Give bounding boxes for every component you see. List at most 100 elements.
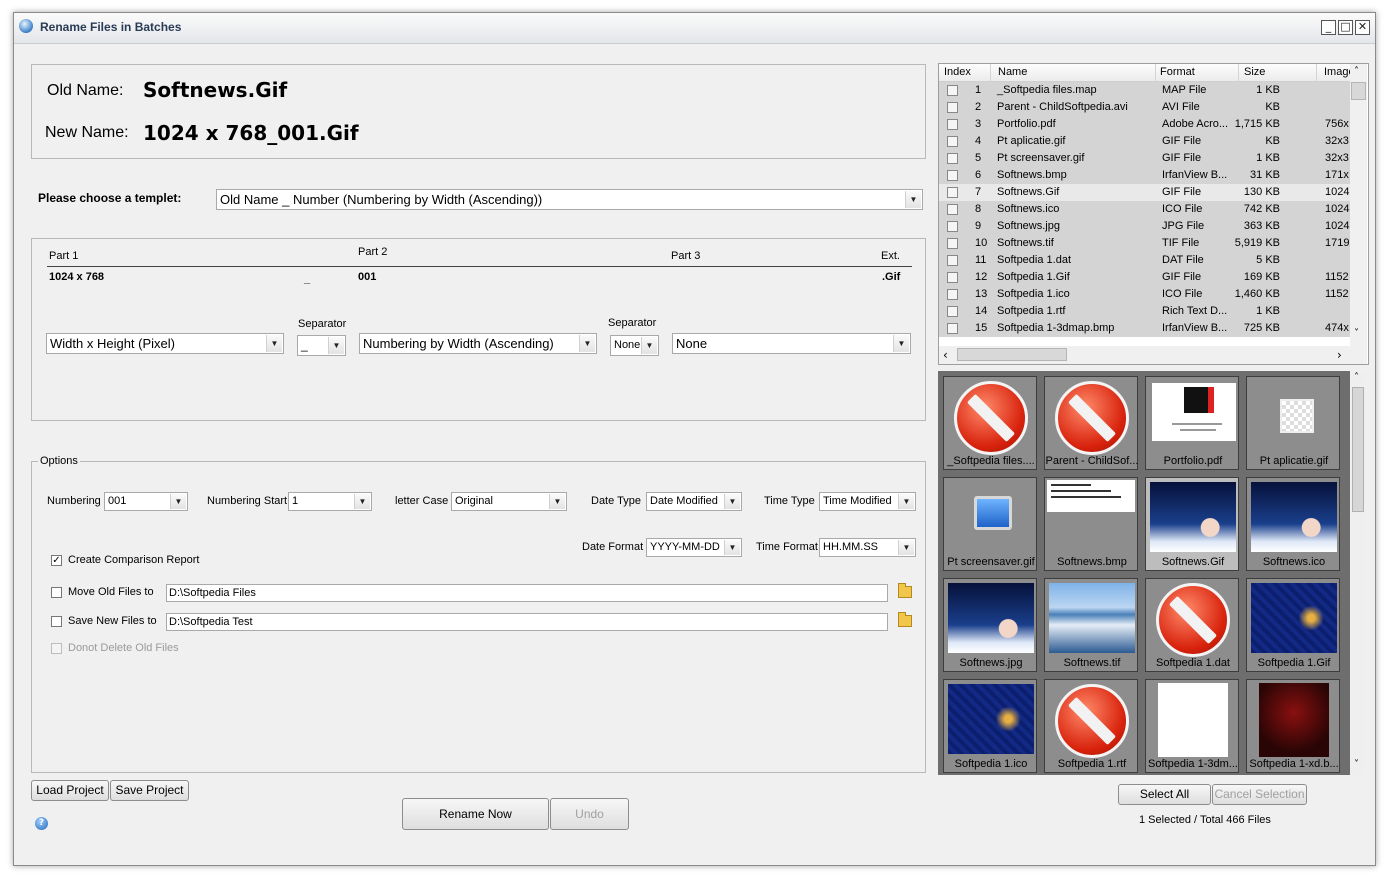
- file-list-row[interactable]: 6 Softnews.bmp IrfanView B... 31 KB 171x: [939, 167, 1350, 184]
- time-format-select[interactable]: HH.MM.SS ▼: [819, 538, 916, 557]
- row-checkbox[interactable]: [947, 323, 958, 334]
- column-header-name[interactable]: Name: [998, 66, 1027, 78]
- file-list-horizontal-scrollbar[interactable]: ‹ ›: [939, 346, 1367, 364]
- separator1-select[interactable]: _ ▼: [297, 335, 346, 356]
- thumbnail-item[interactable]: Softnews.tif: [1044, 578, 1138, 672]
- thumbnail-item[interactable]: Portfolio.pdf: [1145, 376, 1239, 470]
- close-button[interactable]: ✕: [1355, 20, 1370, 35]
- part1-select[interactable]: Width x Height (Pixel) ▼: [46, 333, 284, 354]
- column-header-index[interactable]: Index: [944, 66, 971, 78]
- thumbnail-grid[interactable]: _Softpedia files.... Parent - ChildSof...…: [938, 371, 1366, 775]
- file-list[interactable]: Index Name Format Size Image 1 _Softpedia…: [938, 63, 1369, 365]
- folder-icon[interactable]: [898, 612, 912, 627]
- file-list-row[interactable]: 4 Pt aplicatie.gif GIF File KB 32x3: [939, 133, 1350, 150]
- create-report-checkbox[interactable]: ✓: [51, 555, 62, 566]
- row-checkbox[interactable]: [947, 85, 958, 96]
- thumbnail-item[interactable]: Pt screensaver.gif: [943, 477, 1037, 571]
- file-list-row[interactable]: 9 Softnews.jpg JPG File 363 KB 1024: [939, 218, 1350, 235]
- row-checkbox[interactable]: [947, 102, 958, 113]
- file-list-row[interactable]: 8 Softnews.ico ICO File 742 KB 1024: [939, 201, 1350, 218]
- file-list-row[interactable]: 13 Softpedia 1.ico ICO File 1,460 KB 1152: [939, 286, 1350, 303]
- numbering-select[interactable]: 001 ▼: [104, 492, 188, 511]
- save-new-files-checkbox[interactable]: [51, 616, 62, 627]
- numbering-start-label: Numbering Start: [207, 495, 288, 507]
- folder-icon[interactable]: [898, 583, 912, 598]
- row-checkbox[interactable]: [947, 255, 958, 266]
- scrollbar-thumb[interactable]: [1351, 82, 1366, 100]
- row-checkbox[interactable]: [947, 187, 958, 198]
- donot-delete-checkbox[interactable]: [51, 643, 62, 654]
- separator2-select[interactable]: None ▼: [610, 335, 659, 356]
- row-checkbox[interactable]: [947, 204, 958, 215]
- thumbnail-item[interactable]: Softnews.Gif: [1145, 477, 1239, 571]
- row-checkbox[interactable]: [947, 153, 958, 164]
- file-list-row[interactable]: 3 Portfolio.pdf Adobe Acro... 1,715 KB 756x: [939, 116, 1350, 133]
- thumbnail-item[interactable]: Softnews.jpg: [943, 578, 1037, 672]
- date-type-select[interactable]: Date Modified ▼: [646, 492, 742, 511]
- row-checkbox[interactable]: [947, 289, 958, 300]
- chevron-left-icon[interactable]: ‹: [943, 348, 948, 362]
- load-project-button[interactable]: Load Project: [31, 780, 109, 801]
- file-list-row[interactable]: 1 _Softpedia files.map MAP File 1 KB: [939, 82, 1350, 99]
- maximize-button[interactable]: □: [1338, 20, 1353, 35]
- thumbnail-item[interactable]: Parent - ChildSof...: [1044, 376, 1138, 470]
- chevron-right-icon[interactable]: ›: [1337, 348, 1342, 362]
- letter-case-select[interactable]: Original ▼: [451, 492, 567, 511]
- row-checkbox[interactable]: [947, 136, 958, 147]
- row-checkbox[interactable]: [947, 221, 958, 232]
- time-format-select-value: HH.MM.SS: [823, 541, 878, 553]
- thumbnail-item[interactable]: Softnews.ico: [1246, 477, 1340, 571]
- thumbnail-item[interactable]: Pt aplicatie.gif: [1246, 376, 1340, 470]
- time-type-select[interactable]: Time Modified ▼: [819, 492, 916, 511]
- scrollbar-thumb[interactable]: [957, 348, 1067, 361]
- help-icon[interactable]: ?: [35, 817, 48, 830]
- file-list-row[interactable]: 7 Softnews.Gif GIF File 130 KB 1024: [939, 184, 1350, 201]
- thumbnail-item[interactable]: Softpedia 1.rtf: [1044, 679, 1138, 773]
- thumbnail-scrollbar[interactable]: ˄ ˅: [1350, 371, 1366, 775]
- file-list-row[interactable]: 10 Softnews.tif TIF File 5,919 KB 1719: [939, 235, 1350, 252]
- row-checkbox[interactable]: [947, 272, 958, 283]
- file-list-row[interactable]: 2 Parent - ChildSoftpedia.avi AVI File KB: [939, 99, 1350, 116]
- move-old-files-label: Move Old Files to: [68, 586, 154, 598]
- column-header-size[interactable]: Size: [1244, 66, 1265, 78]
- thumbnail-item[interactable]: Softpedia 1.ico: [943, 679, 1037, 773]
- chevron-down-icon[interactable]: ˅: [1354, 328, 1359, 339]
- row-checkbox[interactable]: [947, 238, 958, 249]
- chevron-up-icon[interactable]: ˄: [1354, 372, 1359, 383]
- cancel-selection-button[interactable]: Cancel Selection: [1212, 784, 1307, 805]
- file-list-row[interactable]: 11 Softpedia 1.dat DAT File 5 KB: [939, 252, 1350, 269]
- thumbnail-item[interactable]: _Softpedia files....: [943, 376, 1037, 470]
- template-select[interactable]: Old Name _ Number (Numbering by Width (A…: [216, 189, 923, 210]
- move-old-files-path[interactable]: D:\Softpedia Files: [166, 584, 888, 602]
- part3-select[interactable]: None ▼: [672, 333, 911, 354]
- file-list-row[interactable]: 5 Pt screensaver.gif GIF File 1 KB 32x3: [939, 150, 1350, 167]
- column-header-format[interactable]: Format: [1160, 66, 1195, 78]
- thumbnail-item[interactable]: Softpedia 1.Gif: [1246, 578, 1340, 672]
- date-format-select[interactable]: YYYY-MM-DD ▼: [646, 538, 742, 557]
- chevron-down-icon[interactable]: ˅: [1354, 759, 1359, 770]
- minimize-button[interactable]: _: [1321, 20, 1336, 35]
- scrollbar-thumb[interactable]: [1352, 387, 1364, 512]
- file-list-row[interactable]: 15 Softpedia 1-3dmap.bmp IrfanView B... 725…: [939, 320, 1350, 337]
- undo-button[interactable]: Undo: [550, 798, 629, 830]
- row-name: Portfolio.pdf: [997, 118, 1056, 130]
- part3-label: Part 3: [671, 250, 701, 262]
- thumbnail-item[interactable]: Softpedia 1.dat: [1145, 578, 1239, 672]
- thumbnail-item[interactable]: Softpedia 1-3dm...: [1145, 679, 1239, 773]
- rename-now-button[interactable]: Rename Now: [402, 798, 549, 830]
- chevron-up-icon[interactable]: ˄: [1354, 66, 1359, 77]
- row-checkbox[interactable]: [947, 306, 958, 317]
- thumbnail-item[interactable]: Softnews.bmp: [1044, 477, 1138, 571]
- row-checkbox[interactable]: [947, 170, 958, 181]
- file-list-row[interactable]: 12 Softpedia 1.Gif GIF File 169 KB 1152: [939, 269, 1350, 286]
- thumbnail-item[interactable]: Softpedia 1-xd.b...: [1246, 679, 1340, 773]
- select-all-button[interactable]: Select All: [1118, 784, 1211, 805]
- save-new-files-path[interactable]: D:\Softpedia Test: [166, 613, 888, 631]
- row-checkbox[interactable]: [947, 119, 958, 130]
- file-list-row[interactable]: 14 Softpedia 1.rtf Rich Text D... 1 KB: [939, 303, 1350, 320]
- move-old-files-checkbox[interactable]: [51, 587, 62, 598]
- save-project-button[interactable]: Save Project: [110, 780, 189, 801]
- numbering-start-select[interactable]: 1 ▼: [288, 492, 372, 511]
- file-list-vertical-scrollbar[interactable]: ˄ ˅: [1350, 64, 1367, 346]
- part2-select[interactable]: Numbering by Width (Ascending) ▼: [359, 333, 597, 354]
